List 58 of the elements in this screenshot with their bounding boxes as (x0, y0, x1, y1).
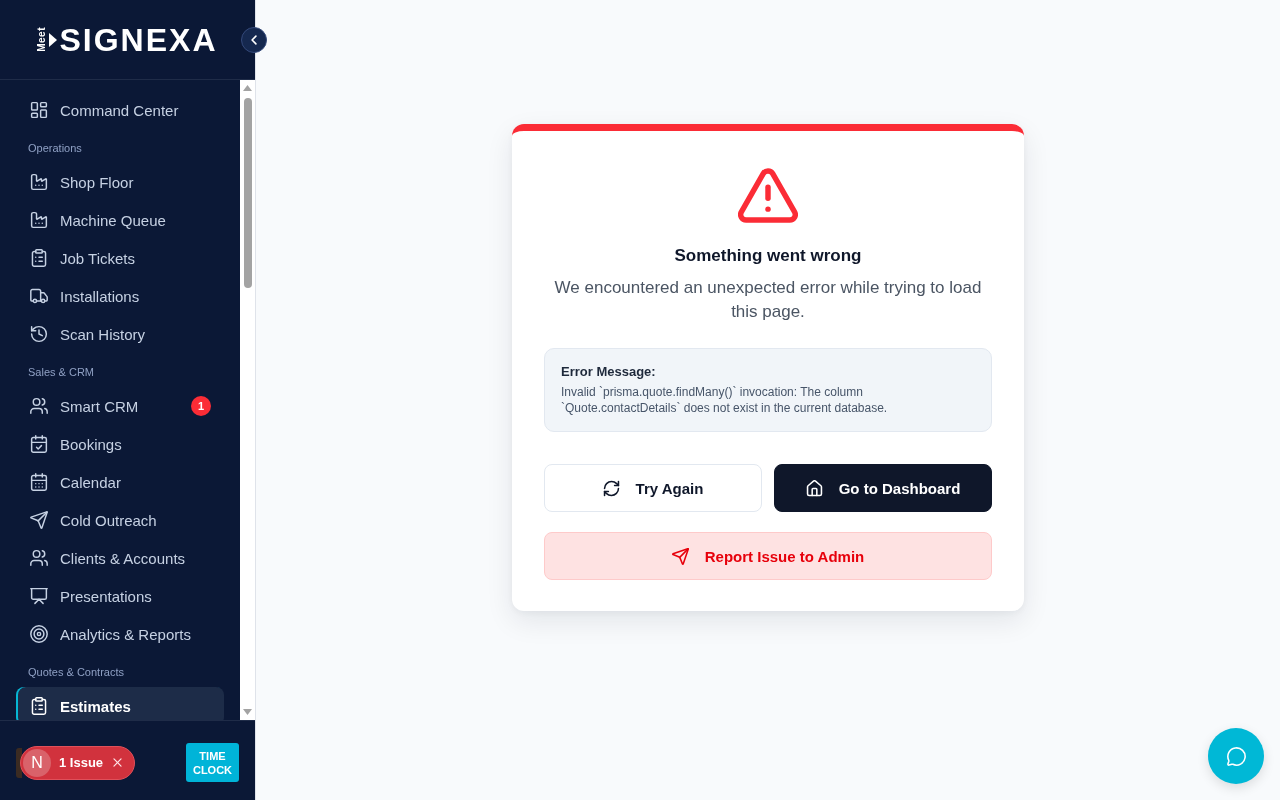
brand-name: SIGNEXA (59, 23, 218, 56)
section-label: Quotes & Contracts (27, 665, 125, 680)
scrollbar[interactable] (240, 80, 255, 720)
count-badge: 1 (191, 396, 211, 416)
scroll-down-arrow-icon[interactable] (243, 709, 252, 715)
truck-icon (30, 287, 48, 305)
sidebar-item[interactable]: Analytics & Reports (16, 615, 224, 653)
sidebar-item[interactable]: Clients & Accounts (16, 539, 224, 577)
retry-button[interactable]: Try Again (544, 464, 762, 512)
refresh-icon (602, 479, 620, 497)
calendar-icon (30, 473, 48, 491)
history-icon (30, 325, 48, 343)
users-icon (30, 397, 48, 415)
close-button[interactable] (111, 756, 125, 769)
users-icon (30, 549, 48, 567)
scroll-thumb[interactable] (243, 98, 252, 288)
error-details-label: Error Message: (561, 364, 657, 380)
play-icon (49, 32, 58, 47)
section-label: Operations (27, 141, 83, 156)
clipboard-icon (30, 249, 48, 267)
factory-icon (30, 211, 48, 229)
sidebar-item[interactable]: Estimates (16, 687, 224, 720)
presentation-icon (30, 587, 48, 605)
close-icon (111, 756, 125, 769)
sidebar-item[interactable]: Cold Outreach (16, 501, 224, 539)
chat-button[interactable] (1208, 728, 1264, 784)
collapse-button[interactable] (241, 27, 267, 53)
brand-prefix: Meet (37, 27, 48, 52)
warning-triangle-icon (738, 168, 798, 223)
clipboard-icon (30, 697, 48, 715)
avatar-photo (16, 747, 22, 778)
calendar-check-icon (30, 435, 48, 453)
section-label: Sales & CRM (27, 365, 96, 380)
sidebar-item[interactable]: Job Tickets (16, 239, 224, 277)
grid-icon (30, 101, 48, 119)
sidebar-item[interactable]: Shop Floor (16, 163, 224, 201)
factory-icon (30, 173, 48, 191)
sidebar-item[interactable]: Machine Queue (16, 201, 224, 239)
chat-bubble-icon (1226, 746, 1246, 766)
send-icon (30, 511, 48, 529)
sidebar-item[interactable]: Command Center (16, 91, 224, 129)
report-button[interactable]: Report Issue to Admin (544, 532, 992, 580)
sidebar-item[interactable]: Presentations (16, 577, 224, 615)
sidebar-item[interactable]: Installations (16, 277, 224, 315)
error-title: Something went wrong (674, 245, 862, 267)
sidebar-item[interactable]: Bookings (16, 425, 224, 463)
sidebar-item[interactable]: Calendar (16, 463, 224, 501)
sidebar-item[interactable]: Scan History (16, 315, 224, 353)
dashboard-button[interactable]: Go to Dashboard (774, 464, 992, 512)
error-description: We encountered an unexpected error while trying to load this page. (553, 277, 983, 323)
send-icon (671, 547, 689, 565)
home-icon (805, 479, 823, 497)
sidebar-item[interactable]: Smart CRM 1 (16, 387, 224, 425)
error-details-text: Invalid `prisma.quote.findMany()` invocation: The column `Quote.contactDetails` does not exist in the current database. (561, 384, 889, 416)
letter-logo: N (23, 748, 51, 777)
scroll-up-arrow-icon[interactable] (243, 85, 252, 91)
target-icon (30, 625, 48, 643)
issues-button[interactable]: 1 Issue (59, 755, 104, 770)
